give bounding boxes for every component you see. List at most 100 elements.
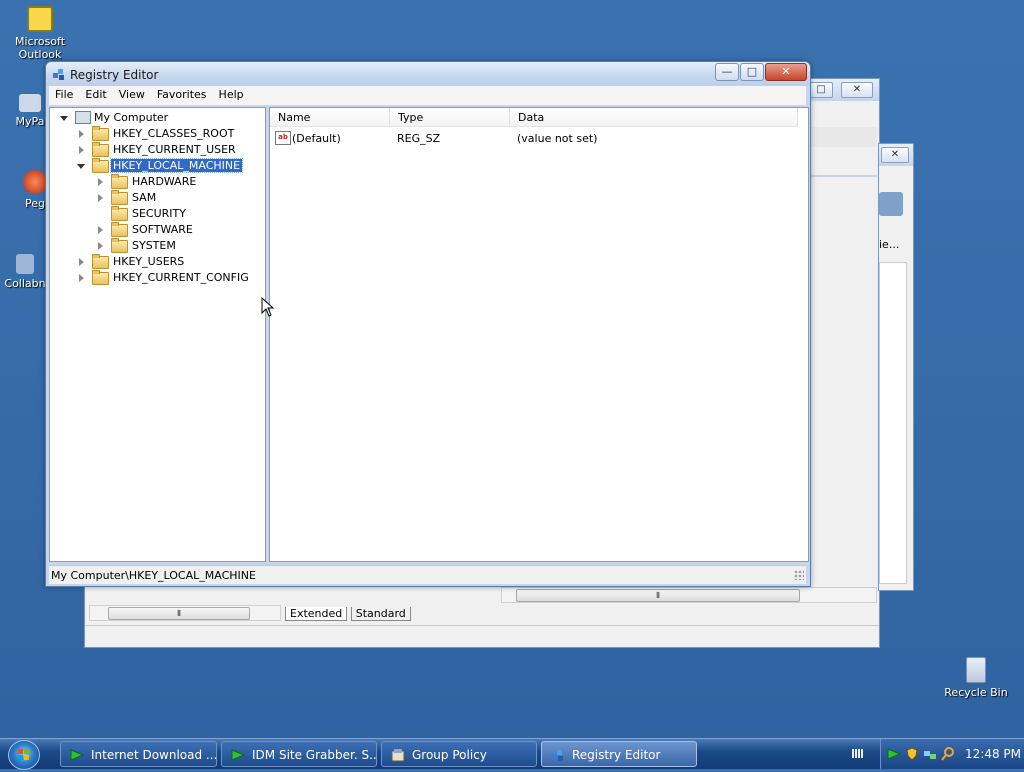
expand-arrow-icon[interactable] (79, 146, 84, 154)
expand-arrow-icon[interactable] (79, 258, 84, 266)
collapse-arrow-icon[interactable] (60, 116, 68, 121)
folder-icon (111, 174, 128, 189)
tree-node-label: SOFTWARE (132, 223, 193, 236)
collapse-arrow-icon[interactable] (77, 164, 85, 169)
folder-icon (111, 190, 128, 205)
horizontal-scrollbar[interactable]: ⦀ (89, 605, 281, 621)
expand-arrow-icon[interactable] (79, 130, 84, 138)
computer-icon (75, 111, 91, 124)
window-title: Registry Editor (70, 68, 159, 82)
desktop-icon-outlook[interactable]: Microsoft Outlook (0, 6, 80, 61)
taskbar-item-idm-site-grabber[interactable]: IDM Site Grabber. S... (221, 741, 377, 767)
taskbar-item-label: Group Policy (412, 748, 487, 762)
close-button[interactable]: ✕ (841, 82, 873, 98)
close-button[interactable]: ✕ (765, 63, 807, 81)
desktop-icon-label: Recycle Bin (944, 686, 1008, 699)
horizontal-scrollbar[interactable]: ⦀ (501, 587, 877, 603)
taskbar-item-registry-editor[interactable]: Registry Editor (541, 741, 697, 767)
title-bar[interactable]: Registry Editor — □ ✕ (46, 62, 810, 86)
value-data: (value not set) (517, 132, 598, 145)
status-path: My Computer\HKEY_LOCAL_MACHINE (51, 569, 256, 582)
keyboard-icon[interactable] (852, 749, 864, 758)
column-header-type[interactable]: Type (390, 108, 510, 127)
resize-grip-icon[interactable] (794, 570, 804, 580)
tree-node-label: HARDWARE (132, 175, 197, 188)
tree-node-label: HKEY_CLASSES_ROOT (113, 127, 235, 140)
menu-file[interactable]: File (49, 86, 79, 103)
menu-favorites[interactable]: Favorites (151, 86, 213, 103)
mypc-icon (19, 94, 41, 112)
value-name: (Default) (292, 132, 341, 145)
windows-logo-icon (18, 749, 29, 760)
folder-icon (92, 126, 109, 141)
group-policy-icon (391, 749, 405, 762)
string-value-icon: ab (275, 131, 291, 145)
list-item[interactable]: ab (Default) REG_SZ (value not set) (274, 130, 794, 146)
maximize-button[interactable]: □ (740, 63, 764, 81)
status-bar: My Computer\HKEY_LOCAL_MACHINE (49, 565, 806, 584)
folder-icon (92, 254, 109, 269)
menu-help[interactable]: Help (213, 86, 250, 103)
open-folder-icon (92, 158, 109, 173)
tree-node-label: SYSTEM (132, 239, 176, 252)
start-button[interactable] (8, 740, 40, 770)
maximize-button[interactable]: □ (809, 82, 833, 98)
values-list[interactable]: Name Type Data ab (Default) REG_SZ (valu… (269, 107, 809, 562)
close-button[interactable]: ✕ (881, 147, 909, 163)
registry-tree[interactable]: My Computer HKEY_CLASSES_ROOT HKEY_CURRE… (49, 107, 266, 562)
tree-node-label: My Computer (94, 111, 169, 124)
taskbar-item-internet-download[interactable]: Internet Download ... (60, 741, 217, 767)
expand-arrow-icon[interactable] (98, 242, 103, 250)
expand-arrow-icon[interactable] (98, 178, 103, 186)
regedit-icon (52, 67, 66, 81)
tree-node-label: SECURITY (132, 207, 186, 220)
partial-label: ie... (879, 238, 900, 251)
outlook-icon (27, 6, 53, 32)
minimize-button[interactable]: — (715, 63, 739, 81)
menu-edit[interactable]: Edit (79, 86, 112, 103)
taskbar: Internet Download ... IDM Site Grabber. … (0, 738, 1024, 770)
tree-node-label: SAM (132, 191, 157, 204)
folder-icon (92, 142, 109, 157)
desktop-icon-label: Microsoft Outlook (14, 35, 66, 61)
peg-icon (23, 170, 47, 194)
expand-arrow-icon[interactable] (98, 226, 103, 234)
recycle-bin-icon (966, 657, 986, 683)
expand-arrow-icon[interactable] (98, 194, 103, 202)
clock[interactable]: 12:48 PM (965, 747, 1021, 761)
tree-node-label: HKEY_USERS (113, 255, 185, 268)
desktop-icon-label: Collabn (4, 277, 46, 290)
taskbar-item-label: Registry Editor (572, 748, 661, 762)
folder-icon (111, 206, 128, 221)
mouse-cursor-icon (261, 297, 275, 317)
column-header-data[interactable]: Data (510, 108, 798, 127)
column-header-name[interactable]: Name (270, 108, 390, 127)
value-type: REG_SZ (397, 132, 441, 145)
regedit-icon (552, 750, 563, 761)
tab-standard[interactable]: Standard (350, 607, 411, 621)
network-icon[interactable] (923, 747, 937, 761)
desktop-icon-label: MyPa (15, 115, 45, 128)
expand-arrow-icon[interactable] (79, 274, 84, 282)
folder-icon (111, 238, 128, 253)
tree-node-label: HKEY_CURRENT_CONFIG (113, 271, 249, 284)
collab-icon (16, 254, 34, 274)
security-shield-icon[interactable] (905, 747, 919, 761)
background-window-2: ✕ ie... (878, 143, 914, 591)
menu-bar: File Edit View Favorites Help (49, 86, 806, 105)
desktop-icon-recycle-bin[interactable]: Recycle Bin (936, 657, 1016, 699)
system-tray: 12:48 PM (880, 739, 1024, 769)
taskbar-item-label: IDM Site Grabber. S... (252, 748, 377, 762)
taskbar-item-label: Internet Download ... (91, 748, 217, 762)
menu-view[interactable]: View (113, 86, 151, 103)
idm-tray-icon[interactable] (887, 747, 901, 761)
search-icon[interactable] (941, 747, 955, 761)
idm-icon (231, 749, 245, 761)
app-icon (879, 192, 903, 216)
tree-node-label: HKEY_CURRENT_USER (113, 143, 236, 156)
idm-icon (70, 749, 84, 761)
registry-editor-window: Registry Editor — □ ✕ File Edit View Favori… (45, 61, 811, 587)
folder-icon (111, 222, 128, 237)
tab-extended[interactable]: Extended (285, 607, 348, 621)
taskbar-item-group-policy[interactable]: Group Policy (381, 741, 537, 767)
